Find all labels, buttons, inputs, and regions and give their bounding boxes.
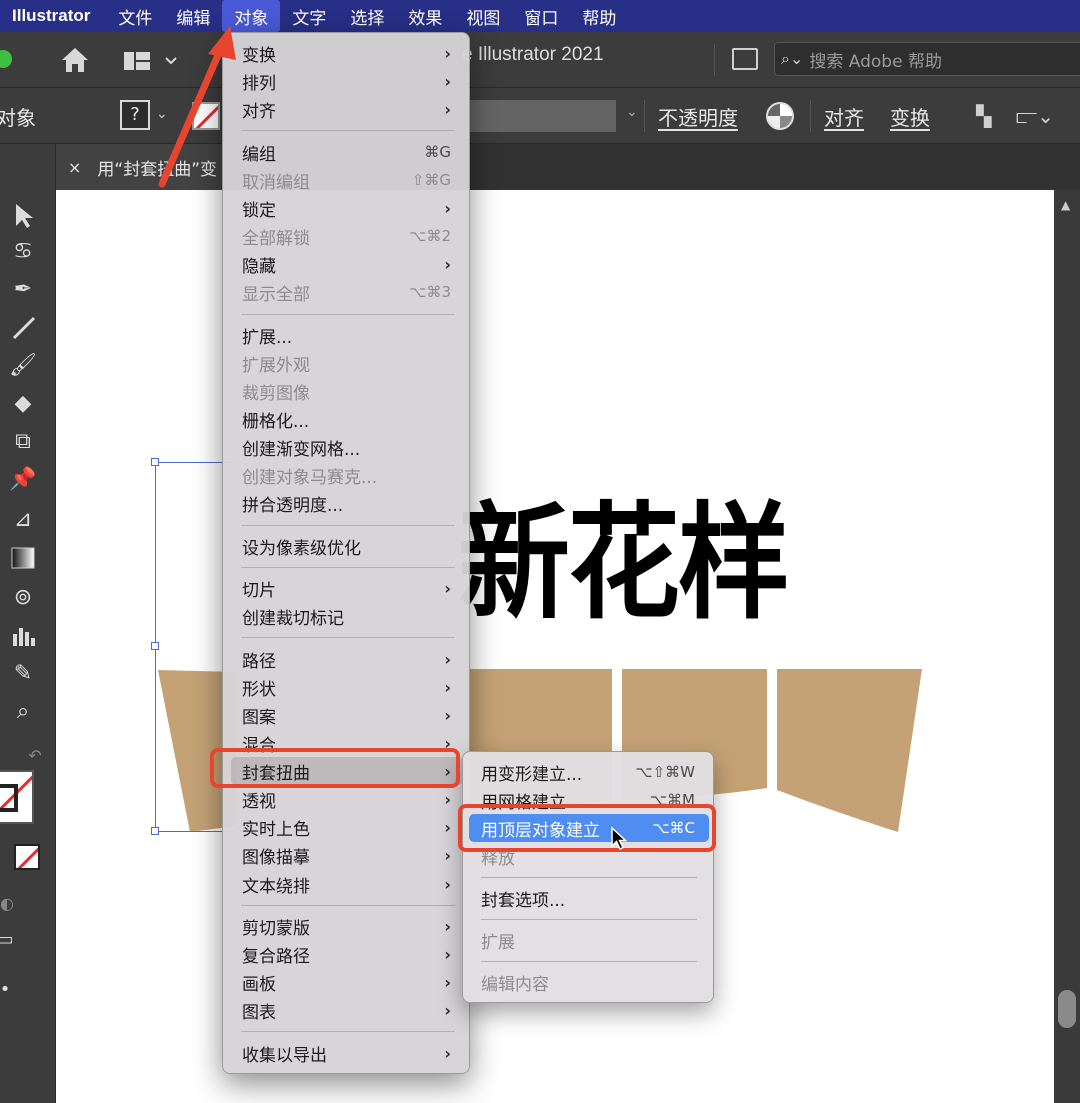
menu-item-collect-for-export[interactable]: 收集以导出 › — [231, 1039, 463, 1067]
menu-item-group[interactable]: 编组 ⌘G — [231, 138, 463, 166]
menu-item-lock[interactable]: 锁定 › — [231, 194, 463, 222]
menu-item-align[interactable]: 对齐 › — [231, 95, 463, 123]
envelope-distort-submenu: 用变形建立... ⌥⇧⌘W 用网格建立... ⌥⌘M 用顶层对象建立 ⌥⌘C 释放 封… — [462, 751, 714, 1003]
menu-item-crop-image: 裁剪图像 — [242, 383, 310, 404]
selection-handle[interactable] — [151, 458, 159, 466]
submenu-item-edit-contents: 编辑内容 — [481, 974, 549, 995]
menu-separator — [241, 567, 455, 568]
envelope-shape — [777, 669, 922, 832]
highlight-make-with-top-object — [458, 804, 716, 852]
menu-item-flatten-transparency[interactable]: 拼合透明度... — [231, 489, 463, 517]
selection-handle[interactable] — [151, 827, 159, 835]
menu-separator — [481, 961, 697, 962]
menu-item-rasterize[interactable]: 栅格化... — [231, 405, 463, 433]
submenu-item-expand: 扩展 — [481, 932, 515, 953]
menu-separator — [241, 905, 455, 906]
menu-item-image-trace[interactable]: 图像描摹 › — [231, 841, 463, 869]
menu-item-expand-appearance: 扩展外观 — [242, 355, 310, 376]
headline-text[interactable]: 新花样 — [458, 462, 790, 643]
menu-separator — [481, 877, 697, 878]
menu-item-graph[interactable]: 图表 › — [231, 996, 463, 1024]
mouse-cursor-icon — [611, 826, 628, 851]
menu-item-transform[interactable]: 变换 › — [231, 39, 463, 67]
menu-item-live-paint[interactable]: 实时上色 › — [231, 813, 463, 841]
object-menu: 变换 › 排列 › 对齐 › 编组 ⌘G 取消编组 ⇧⌘G 锁定 › 全部解锁 ⌥⌘2 隐藏 ›… — [222, 32, 470, 1074]
menu-item-pattern[interactable]: 图案 › — [231, 701, 463, 729]
menu-item-hide[interactable]: 隐藏 › — [231, 250, 463, 278]
menu-item-path[interactable]: 路径 › — [231, 645, 463, 673]
menu-separator — [241, 1031, 455, 1032]
menu-item-perspective[interactable]: 透视 › — [231, 785, 463, 813]
menu-item-create-object-mosaic: 创建对象马赛克... — [242, 467, 378, 488]
menu-item-pixel-perfect[interactable]: 设为像素级优化 — [231, 532, 463, 560]
menu-item-create-trim-marks[interactable]: 创建裁切标记 — [231, 602, 463, 630]
menu-separator — [241, 525, 455, 526]
menu-item-text-wrap[interactable]: 文本绕排 › — [231, 870, 463, 898]
annotation-arrow-icon — [158, 26, 236, 188]
menu-item-shape[interactable]: 形状 › — [231, 673, 463, 701]
menu-separator — [241, 130, 455, 131]
menu-item-clipping-mask[interactable]: 剪切蒙版 › — [231, 912, 463, 940]
menu-item-artboards[interactable]: 画板 › — [231, 968, 463, 996]
menu-separator — [241, 637, 455, 638]
menu-item-arrange[interactable]: 排列 › — [231, 67, 463, 95]
menu-item-expand[interactable]: 扩展... — [231, 321, 463, 349]
menu-item-slice[interactable]: 切片 › — [231, 574, 463, 602]
menu-item-create-gradient-mesh[interactable]: 创建渐变网格... — [231, 433, 463, 461]
menu-separator — [481, 919, 697, 920]
menu-item-compound-path[interactable]: 复合路径 › — [231, 940, 463, 968]
submenu-item-envelope-options[interactable]: 封套选项... — [469, 884, 709, 912]
menu-item-unlock-all: 全部解锁 ⌥⌘2 — [242, 227, 451, 249]
highlight-envelope-distort — [210, 748, 460, 788]
selection-handle[interactable] — [151, 642, 159, 650]
submenu-item-make-with-warp[interactable]: 用变形建立... ⌥⇧⌘W — [469, 758, 709, 786]
menu-separator — [241, 314, 455, 315]
menu-item-ungroup: 取消编组 ⇧⌘G — [242, 171, 451, 193]
menu-item-show-all: 显示全部 ⌥⌘3 — [242, 283, 451, 305]
